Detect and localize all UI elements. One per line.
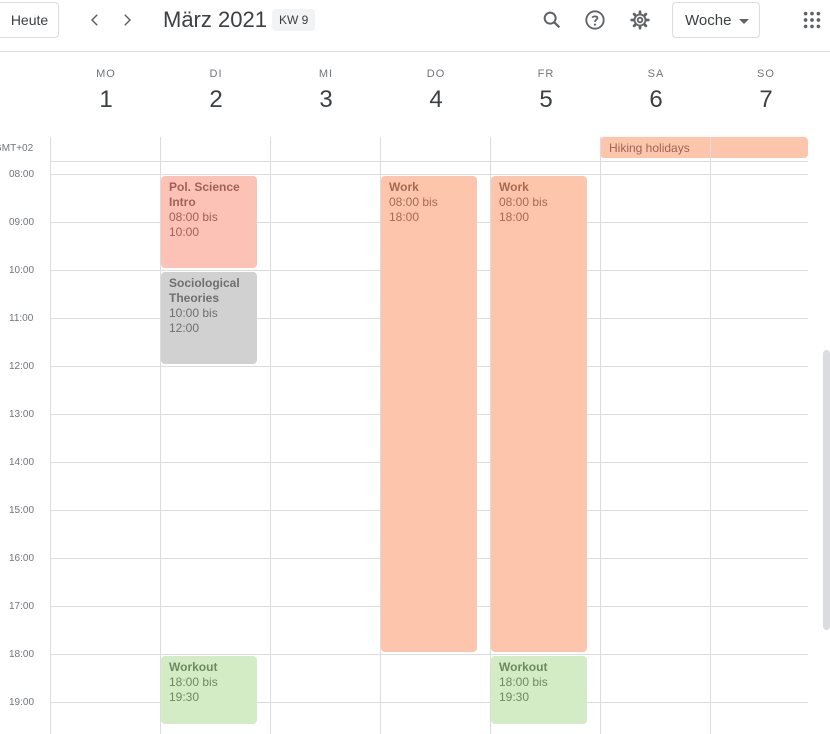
time-label: 10:00 [9,265,35,276]
event-title: Theories [169,291,220,305]
week-number-badge: KW 9 [272,9,316,31]
event-time: 08:00 bis 10:00 [169,210,218,239]
day-number: 2 [209,86,223,113]
day-header-mo[interactable]: MO 1 [51,68,161,114]
month-title: März 2021 [163,7,267,32]
time-label: 12:00 [9,361,35,372]
scrollbar[interactable] [823,350,830,630]
event-title: Workout [499,660,548,674]
day-header-fr[interactable]: FR 5 [491,68,601,114]
day-number: 6 [649,86,663,113]
day-name: SA [647,68,665,80]
today-button[interactable]: Heute [0,2,59,38]
event-title: Work [499,180,529,194]
timezone-label: GMT+02 [0,143,34,154]
help-icon [585,10,605,30]
day-name: DI [209,68,223,80]
allday-event-hiking[interactable]: Hiking holidays [600,137,808,158]
settings-button[interactable] [628,8,652,32]
event-workout-di[interactable]: Workout 18:00 bis 19:30 [161,656,257,724]
day-number: 1 [99,86,113,113]
day-header-sa[interactable]: SA 6 [601,68,711,114]
time-label: 17:00 [9,601,35,612]
calendar-toolbar: Heute März 2021 KW 9 Woche [0,0,830,52]
event-title: Work [389,180,419,194]
event-title: Workout [169,660,218,674]
event-sociological-theories[interactable]: Sociological Theories 10:00 bis 12:00 [161,272,257,364]
day-header-do[interactable]: DO 4 [381,68,491,114]
day-number: 3 [319,86,333,113]
day-number: 5 [539,86,553,113]
time-label: 19:00 [9,697,35,708]
time-label: 11:00 [9,313,34,324]
help-button[interactable] [583,8,607,32]
time-label: 08:00 [9,169,35,180]
settings-icon [630,10,650,30]
time-label: 18:00 [9,649,35,660]
hour-line [50,654,808,655]
time-label: 13:00 [9,409,35,420]
view-select-label: Woche [685,11,732,29]
event-time: 10:00 bis 12:00 [169,306,218,335]
day-header-di[interactable]: DI 2 [161,68,271,114]
time-label: 14:00 [9,457,35,468]
chevron-right-icon [124,14,132,26]
previous-week-button[interactable] [83,8,107,32]
grid-column-line [50,137,51,734]
event-work-fr[interactable]: Work 08:00 bis 18:00 [491,176,587,652]
event-pol-science-intro[interactable]: Pol. Science Intro 08:00 bis 10:00 [161,176,257,268]
event-title: Pol. Science [169,180,240,194]
view-select-dropdown[interactable]: Woche [672,2,760,38]
allday-divider [50,161,808,162]
hour-line [50,174,808,175]
time-label: 09:00 [9,217,35,228]
grid-column-line [270,137,271,734]
event-title: Intro [169,195,196,209]
event-time: 18:00 bis 19:30 [499,675,548,704]
time-label: 16:00 [9,553,35,564]
day-name: MI [318,68,334,80]
time-label: 15:00 [9,505,35,516]
day-number: 4 [429,86,443,113]
day-header-mi[interactable]: MI 3 [271,68,381,114]
apps-grid-icon [803,11,821,29]
event-time: 08:00 bis 18:00 [499,195,548,224]
event-title: Sociological [169,276,240,290]
day-name: DO [426,68,446,80]
apps-button[interactable] [800,8,824,32]
event-workout-fr[interactable]: Workout 18:00 bis 19:30 [491,656,587,724]
event-work-do[interactable]: Work 08:00 bis 18:00 [381,176,477,652]
day-name: SO [757,68,775,80]
dropdown-caret-icon [739,19,749,24]
event-time: 18:00 bis 19:30 [169,675,218,704]
day-name: FR [537,68,555,80]
search-button[interactable] [540,8,564,32]
day-number: 7 [759,86,773,113]
grid-column-line [600,137,601,734]
next-week-button[interactable] [115,8,139,32]
day-name: MO [96,68,116,80]
chevron-left-icon [90,14,98,26]
search-icon [543,11,561,29]
event-time: 08:00 bis 18:00 [389,195,438,224]
grid-column-line [710,137,711,734]
day-header-so[interactable]: SO 7 [711,68,821,114]
